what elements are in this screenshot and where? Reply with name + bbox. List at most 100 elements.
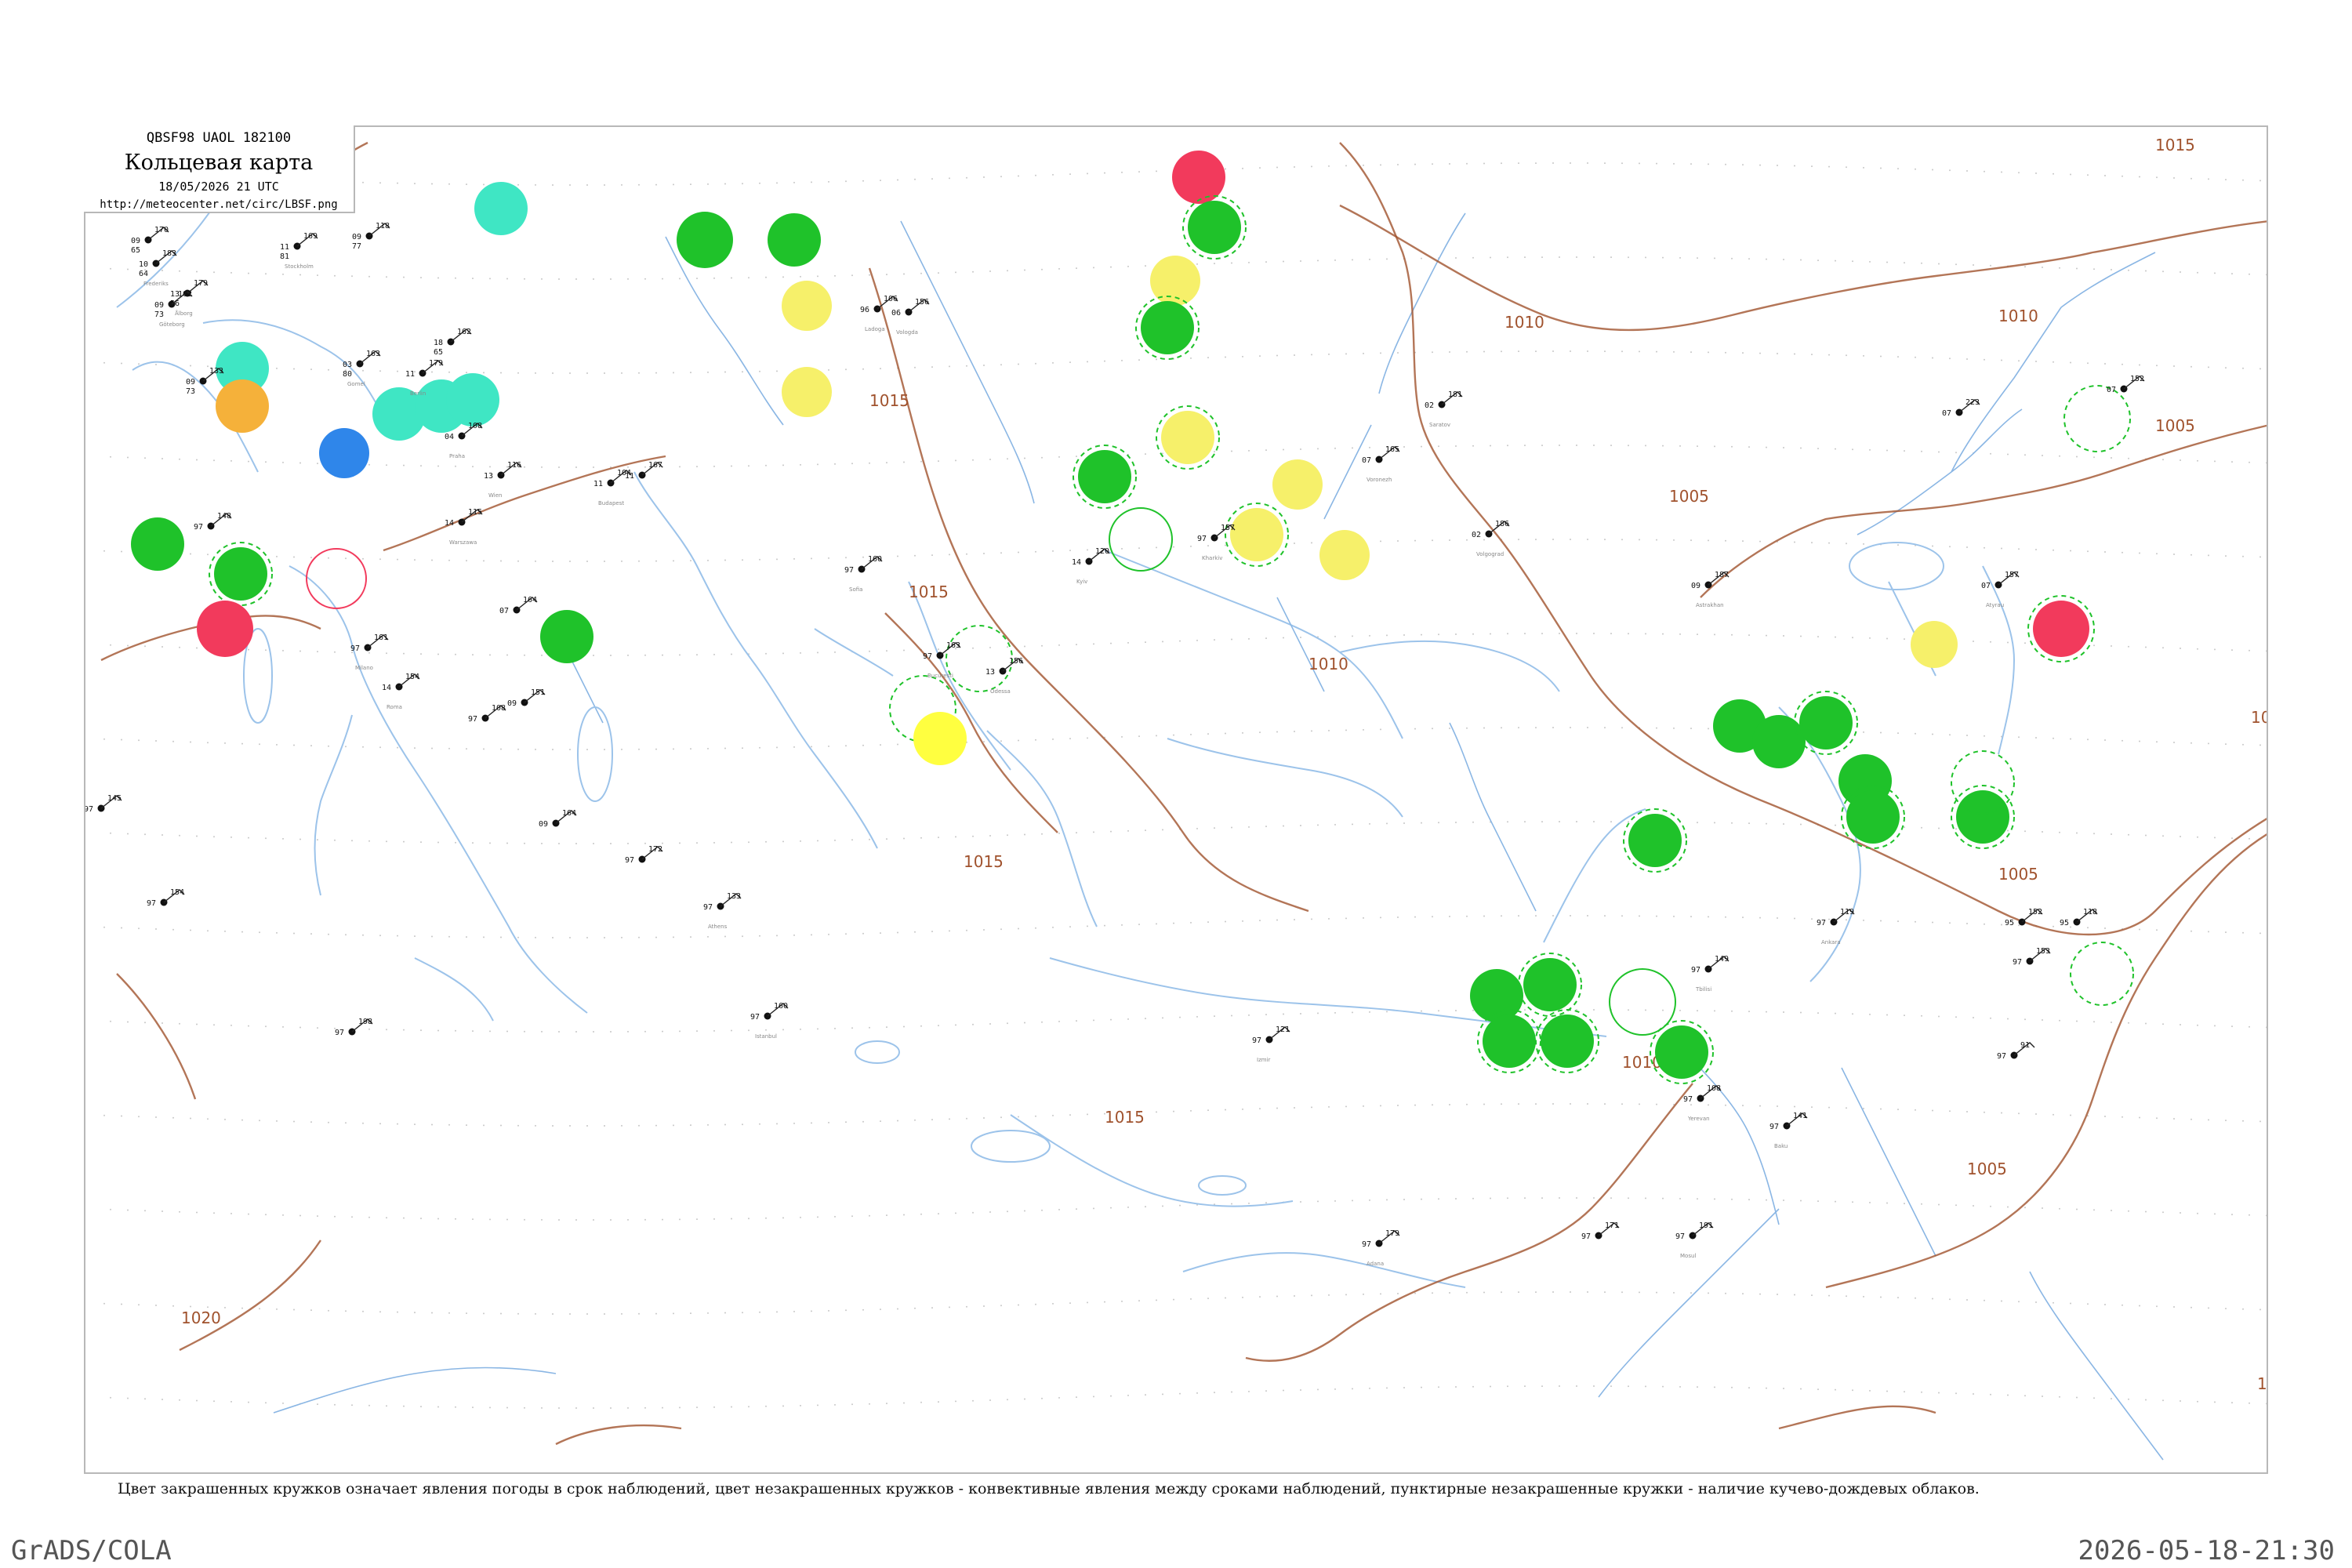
graticule-dot — [2162, 459, 2164, 461]
station-plot[interactable]: 18602Volgograd — [1472, 520, 1510, 557]
station-plot[interactable]: 16097Istanbul — [750, 1002, 789, 1040]
rain-circle[interactable] — [214, 547, 267, 601]
station-plot[interactable]: 19197Mosul — [1675, 1221, 1714, 1259]
station-plot[interactable]: 22307 — [1942, 398, 1980, 418]
station-plot[interactable]: 17297 — [625, 845, 663, 865]
rain-circle[interactable] — [768, 213, 821, 267]
station-plot[interactable]: 19897 — [335, 1018, 373, 1037]
thunderstorm-circle[interactable] — [197, 601, 253, 657]
drizzle-circle[interactable] — [782, 367, 832, 417]
rain-circle[interactable] — [540, 610, 593, 663]
rain-circle[interactable] — [1188, 201, 1241, 254]
station-plot[interactable]: 15613Odessa — [985, 657, 1024, 695]
rain-circle[interactable] — [1541, 1014, 1594, 1068]
station-plot[interactable]: 1621865 — [434, 328, 472, 357]
station-plot[interactable]: 16507Voronezh — [1362, 445, 1400, 483]
station-plot[interactable]: 16409 — [539, 809, 577, 829]
fog-circle[interactable] — [913, 712, 967, 765]
graticule-dot — [155, 739, 157, 742]
rain-circle[interactable] — [1752, 715, 1806, 768]
station-plot[interactable]: 18102Saratov — [1425, 390, 1463, 428]
rain-circle[interactable] — [1799, 696, 1853, 750]
rain-circle[interactable] — [1141, 301, 1194, 354]
drizzle-circle[interactable] — [1272, 459, 1323, 510]
graticule-dot — [2122, 363, 2123, 365]
graticule-dot — [1835, 1200, 1836, 1203]
drizzle-circle[interactable] — [1161, 411, 1214, 464]
rain-circle[interactable] — [1483, 1014, 1536, 1068]
station-pressure-label: 152 — [2130, 375, 2144, 383]
graticule-dot — [2018, 1112, 2020, 1115]
haze-circle[interactable] — [216, 379, 269, 433]
rain-circle[interactable] — [1078, 450, 1131, 503]
station-plot[interactable]: 15397 — [2013, 947, 2051, 967]
graticule-dot — [1138, 547, 1140, 550]
station-plot[interactable]: 15207 — [2107, 375, 2145, 394]
station-plot[interactable]: 15707Atyrau — [1981, 571, 2020, 608]
station-plot[interactable]: 11514Warszawa — [445, 508, 483, 546]
graticule-dot — [1869, 1013, 1871, 1015]
station-plot[interactable]: 12197Izmir — [1252, 1025, 1290, 1063]
drizzle-circle[interactable] — [1150, 256, 1200, 306]
weather-map[interactable]: 1015 1010 1010 1005 1005 1015 1010 1015 … — [85, 127, 2268, 1474]
graticule-dot — [1007, 270, 1008, 272]
station-plot[interactable]: 1831064Frederiks — [139, 249, 177, 287]
drizzle-circle[interactable] — [1319, 530, 1370, 580]
station-plot[interactable]: 17197 — [1581, 1221, 1620, 1241]
station-plot[interactable]: 10897Yerevan — [1683, 1084, 1722, 1122]
station-plot[interactable]: 15497 — [147, 888, 185, 908]
station-plot[interactable]: 1330973 — [186, 367, 224, 396]
station-plot[interactable]: 14997Tbilisi — [1691, 955, 1730, 993]
rain-circle[interactable] — [1470, 969, 1523, 1022]
map-url[interactable]: http://meteocenter.net/circ/LBSF.png — [84, 198, 354, 211]
graticule-dot — [558, 278, 560, 280]
graticule-dot — [2053, 1301, 2054, 1304]
graticule-dot — [627, 466, 629, 468]
station-plot[interactable]: 16097Sofia — [844, 555, 883, 593]
rain-circle[interactable] — [131, 517, 184, 571]
station-plot[interactable]: 15414Roma — [382, 673, 420, 710]
station-plot[interactable]: 15606Vologda — [891, 298, 930, 336]
drizzle-circle[interactable] — [1230, 508, 1283, 561]
graticule-dot — [1276, 731, 1278, 733]
graticule-dot — [1490, 445, 1491, 447]
thunderstorm-circle[interactable] — [2033, 601, 2089, 657]
graticule-dot — [1645, 1197, 1646, 1200]
station-plot[interactable]: 16397Bucuresti — [923, 641, 961, 679]
graticule-dot — [207, 365, 209, 368]
station-plot[interactable]: 11997Ankara — [1817, 908, 1855, 946]
graticule-dot — [1248, 449, 1250, 452]
graticule-dot — [483, 183, 485, 186]
station-plot[interactable]: 16407 — [499, 596, 538, 615]
station-plot[interactable]: 12014Kyiv — [1072, 547, 1110, 585]
station-plot[interactable]: 14197Baku — [1769, 1112, 1808, 1149]
graticule-dot — [1035, 1303, 1036, 1305]
station-plot[interactable]: 14897 — [194, 512, 232, 532]
shower-circle[interactable] — [446, 373, 499, 426]
station-plot[interactable]: 9197 — [1997, 1041, 2035, 1061]
station-plot[interactable]: 17997Adana — [1362, 1229, 1400, 1267]
drizzle-circle[interactable] — [1911, 621, 1958, 668]
graticule-dot — [1438, 1386, 1439, 1388]
station-plot[interactable]: 15295 — [2005, 908, 2043, 927]
station-plot[interactable]: 1180977 — [352, 222, 390, 251]
station-plot[interactable]: 15797Kharkiv — [1197, 524, 1236, 561]
rain-circle[interactable] — [1655, 1025, 1708, 1079]
shower-circle[interactable] — [474, 182, 528, 235]
station-plot[interactable]: 11895 — [2060, 908, 2098, 927]
station-plot[interactable]: 14597 — [85, 794, 122, 814]
station-plot[interactable]: 15109 — [507, 688, 546, 708]
rain-circle[interactable] — [677, 212, 733, 268]
rain-circle[interactable] — [1523, 958, 1577, 1011]
rain-circle[interactable] — [1628, 814, 1682, 867]
drizzle-circle[interactable] — [782, 281, 832, 331]
rain-circle[interactable] — [1846, 790, 1900, 844]
snow-circle[interactable] — [319, 428, 369, 478]
station-plot[interactable]: 13397Athens — [703, 892, 742, 930]
station-plot[interactable]: 1691181Stockholm — [280, 232, 318, 270]
station-plot[interactable]: 10897 — [468, 704, 506, 724]
graticule-dot — [1145, 1206, 1146, 1208]
rain-circle[interactable] — [1956, 790, 2009, 844]
graticule-dot — [707, 183, 709, 185]
station-plot[interactable]: 1630380Gomel — [343, 350, 381, 387]
